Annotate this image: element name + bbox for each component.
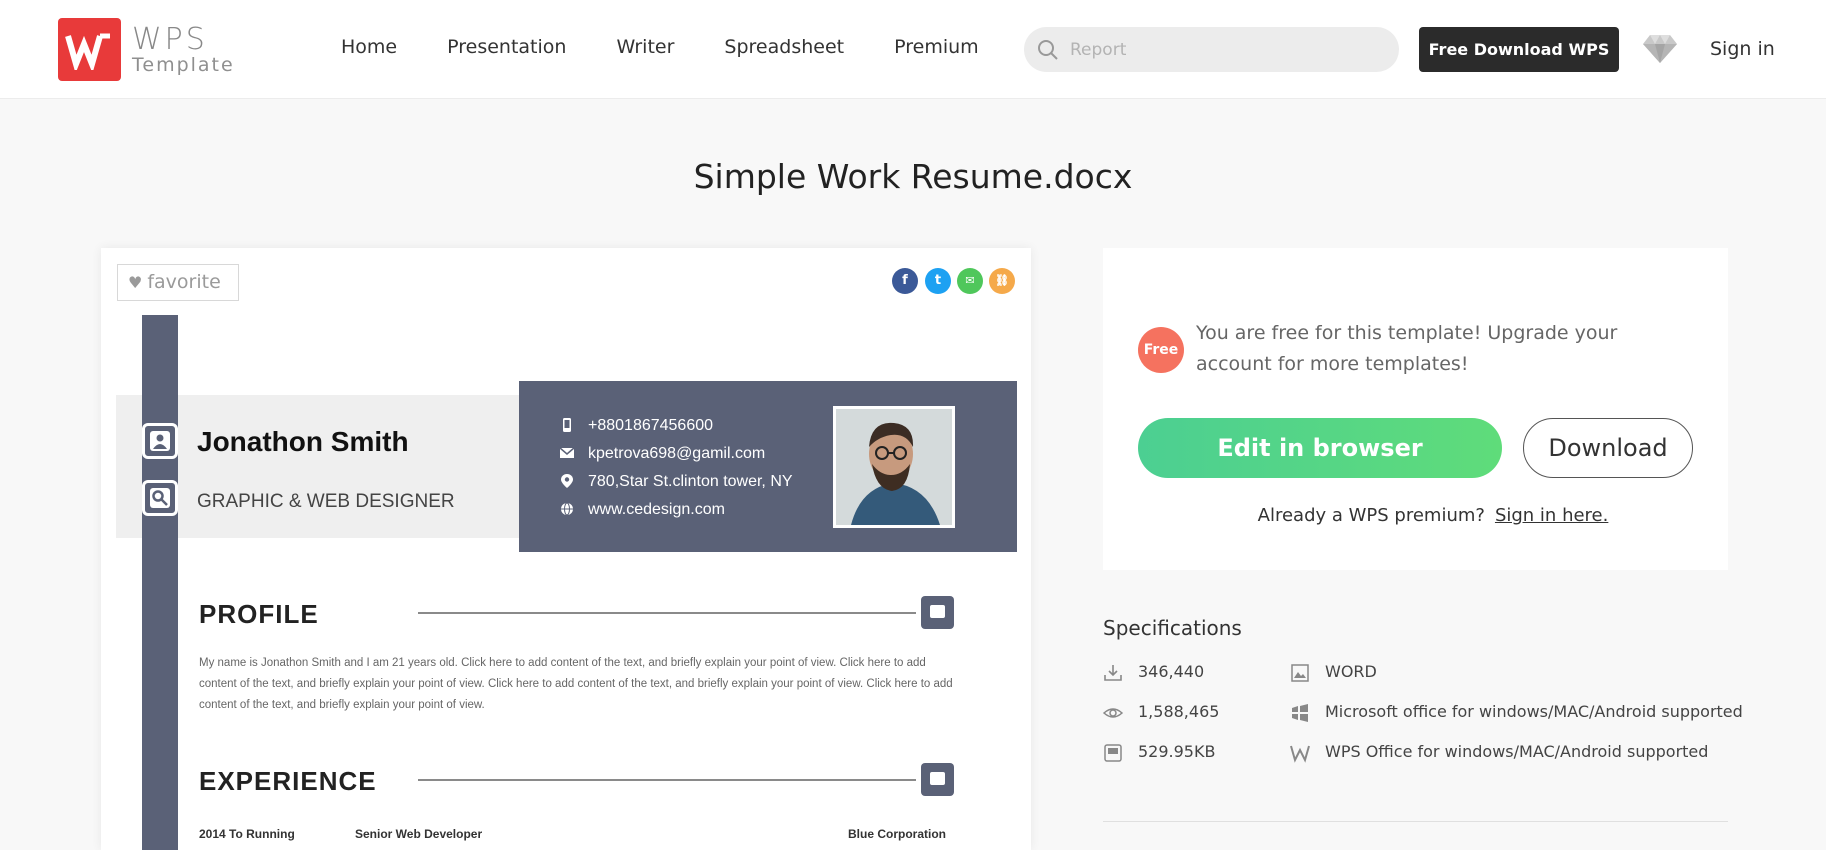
resume-exp-title: Senior Web Developer: [355, 827, 483, 841]
nav-writer[interactable]: Writer: [616, 36, 674, 58]
logo-wps-text: WPS: [132, 22, 208, 57]
resume-exp-period: 2014 To Running: [199, 827, 295, 841]
nav-home[interactable]: Home: [341, 36, 397, 58]
resume-address-text: 780,Star St.clinton tower, NY: [588, 473, 793, 490]
link-share-icon[interactable]: ⛓: [989, 268, 1015, 294]
premium-signin-link[interactable]: Sign in here.: [1495, 505, 1608, 526]
template-preview: ♥ favorite f t ✉ ⛓ Jonathon Smith GRAPHIC…: [101, 248, 1031, 850]
download-panel: Free You are free for this template! Upg…: [1103, 248, 1728, 570]
resume-website-text: www.cedesign.com: [588, 501, 725, 518]
mail-icon: [560, 447, 574, 458]
premium-question: Already a WPS premium?: [1257, 505, 1485, 526]
word-doc-icon: [1291, 664, 1309, 682]
favorite-label: favorite: [147, 271, 221, 293]
email-share-icon[interactable]: ✉: [957, 268, 983, 294]
spec-downloads-value: 346,440: [1138, 662, 1205, 681]
free-message: You are free for this template! Upgrade …: [1196, 322, 1618, 375]
heart-icon: ♥: [128, 273, 143, 292]
sign-in-link[interactable]: Sign in: [1710, 38, 1775, 60]
resume-exp-company: Blue Corporation: [848, 827, 946, 841]
twitter-share-icon[interactable]: t: [925, 268, 951, 294]
resume-phone-text: +8801867456600: [588, 417, 714, 434]
nav-premium[interactable]: Premium: [894, 36, 979, 58]
resume-experience-heading: EXPERIENCE: [199, 766, 377, 796]
specifications-title: Specifications: [1103, 616, 1242, 640]
main-nav: Home Presentation Writer Spreadsheet Pre…: [341, 36, 1029, 58]
facebook-share-icon[interactable]: f: [892, 268, 918, 294]
wps-template-logo[interactable]: WPS Template: [58, 18, 238, 82]
resume-photo: [833, 406, 955, 528]
resume-website: www.cedesign.com: [560, 501, 725, 519]
download-button[interactable]: Download: [1523, 418, 1693, 478]
premium-signin-row: Already a WPS premium? Sign in here.: [1103, 505, 1763, 526]
search-box: [1024, 27, 1399, 72]
download-count-icon: [1104, 665, 1122, 681]
nav-presentation[interactable]: Presentation: [447, 36, 566, 58]
comment-icon: [921, 596, 954, 629]
page-title: Simple Work Resume.docx: [693, 157, 1133, 196]
nav-spreadsheet[interactable]: Spreadsheet: [724, 36, 844, 58]
phone-icon: [563, 418, 571, 432]
spec-format-value: WORD: [1325, 662, 1377, 681]
spec-views-value: 1,588,465: [1138, 702, 1220, 721]
free-download-wps-button[interactable]: Free Download WPS: [1419, 27, 1619, 72]
search-icon: [1038, 40, 1058, 60]
wps-logo-icon: [58, 18, 121, 81]
spec-wps-support-value: WPS Office for windows/MAC/Android suppo…: [1325, 742, 1709, 761]
eye-icon: [1103, 708, 1123, 718]
resume-role: GRAPHIC & WEB DESIGNER: [197, 491, 455, 512]
logo-template-text: Template: [132, 54, 235, 76]
edit-in-browser-button[interactable]: Edit in browser: [1138, 418, 1502, 478]
top-header: WPS Template Home Presentation Writer Sp…: [0, 0, 1826, 99]
search-input[interactable]: [1070, 27, 1380, 72]
resume-sidebar: [142, 315, 178, 850]
resume-search-icon: [142, 480, 178, 516]
resume-email: kpetrova698@gamil.com: [560, 445, 765, 463]
premium-diamond-icon[interactable]: [1642, 33, 1678, 65]
free-badge: Free: [1138, 327, 1184, 373]
resume-email-text: kpetrova698@gamil.com: [588, 445, 766, 462]
resume-profile-rule: [418, 612, 916, 614]
briefcase-icon: [921, 763, 954, 796]
resume-experience-rule: [418, 779, 916, 781]
globe-icon: [561, 502, 573, 516]
windows-icon: [1292, 704, 1308, 722]
resume-profile-heading: PROFILE: [199, 599, 319, 629]
wps-icon: [1290, 745, 1310, 763]
location-pin-icon: [561, 474, 573, 488]
resume-person-icon: [142, 423, 178, 459]
spec-ms-support-value: Microsoft office for windows/MAC/Android…: [1325, 702, 1743, 721]
favorite-button[interactable]: ♥ favorite: [117, 264, 239, 301]
resume-profile-text: My name is Jonathon Smith and I am 21 ye…: [199, 657, 953, 711]
file-size-icon: [1104, 744, 1122, 762]
spec-size-value: 529.95KB: [1138, 742, 1216, 761]
spec-divider: [1103, 821, 1728, 822]
resume-name: Jonathon Smith: [197, 426, 409, 457]
resume-address: 780,Star St.clinton tower, NY: [560, 473, 793, 491]
resume-phone: +8801867456600: [560, 417, 713, 435]
